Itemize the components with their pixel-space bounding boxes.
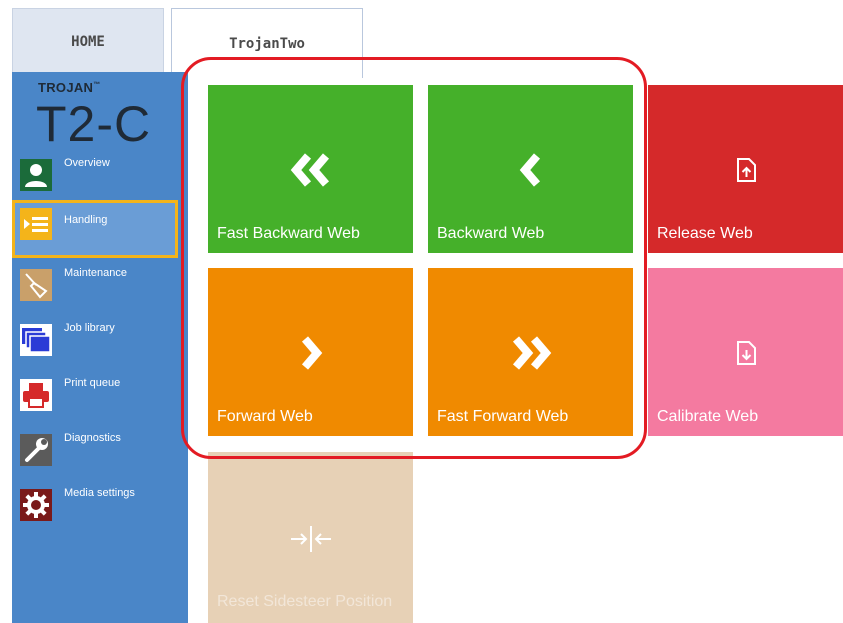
sidebar-item-label: Media settings	[64, 487, 135, 499]
fast-backward-web-button[interactable]: Fast Backward Web	[208, 85, 413, 253]
tile-label: Calibrate Web	[657, 408, 759, 425]
forward-web-button[interactable]: Forward Web	[208, 268, 413, 436]
sidebar-item-label: Handling	[64, 214, 108, 226]
tile-label: Reset Sidesteer Position	[217, 593, 393, 610]
chevron-left-icon	[428, 145, 633, 195]
converge-arrows-icon	[208, 514, 413, 564]
document-up-icon	[648, 145, 843, 195]
stack-icon	[20, 324, 52, 356]
release-web-button[interactable]: Release Web	[648, 85, 843, 253]
list-icon	[20, 208, 52, 240]
sidebar-item-overview[interactable]: Overview	[12, 152, 188, 202]
broom-icon	[20, 269, 52, 301]
tab-trojantwo-label: TrojanTwo	[229, 35, 305, 52]
tab-home[interactable]: HOME	[12, 8, 164, 74]
tile-label: Backward Web	[437, 225, 545, 242]
sidebar-item-label: Overview	[64, 157, 110, 169]
chevron-right-icon	[208, 328, 413, 378]
person-icon	[20, 159, 52, 191]
sidebar-item-diagnostics[interactable]: Diagnostics	[12, 427, 188, 477]
sidebar-item-job-library[interactable]: Job library	[12, 317, 188, 367]
sidebar-item-label: Print queue	[64, 377, 121, 389]
sidebar: TROJAN™ T2-C Overview Handling Maintenan…	[12, 72, 188, 623]
brand-model: T2-C	[36, 96, 152, 152]
wrench-icon	[20, 434, 52, 466]
sidebar-item-label: Job library	[64, 322, 115, 334]
sidebar-item-handling[interactable]: Handling	[12, 200, 178, 258]
gear-icon	[20, 489, 52, 521]
tile-label: Fast Forward Web	[437, 408, 569, 425]
reset-sidesteer-position-button[interactable]: Reset Sidesteer Position	[208, 452, 413, 623]
backward-web-button[interactable]: Backward Web	[428, 85, 633, 253]
sidebar-item-maintenance[interactable]: Maintenance	[12, 262, 188, 312]
calibrate-web-button[interactable]: Calibrate Web	[648, 268, 843, 436]
sidebar-item-label: Diagnostics	[64, 432, 121, 444]
tile-label: Forward Web	[217, 408, 313, 425]
fast-forward-web-button[interactable]: Fast Forward Web	[428, 268, 633, 436]
double-chevron-right-icon	[428, 328, 633, 378]
document-down-icon	[648, 328, 843, 378]
tile-label: Release Web	[657, 225, 753, 242]
tile-label: Fast Backward Web	[217, 225, 360, 242]
printer-icon	[20, 379, 52, 411]
sidebar-item-label: Maintenance	[64, 267, 127, 279]
sidebar-item-print-queue[interactable]: Print queue	[12, 372, 188, 422]
double-chevron-left-icon	[208, 145, 413, 195]
tab-trojantwo[interactable]: TrojanTwo	[171, 8, 363, 78]
tab-home-label: HOME	[71, 33, 105, 50]
brand-name: TROJAN™	[38, 80, 101, 95]
sidebar-item-media-settings[interactable]: Media settings	[12, 482, 188, 532]
